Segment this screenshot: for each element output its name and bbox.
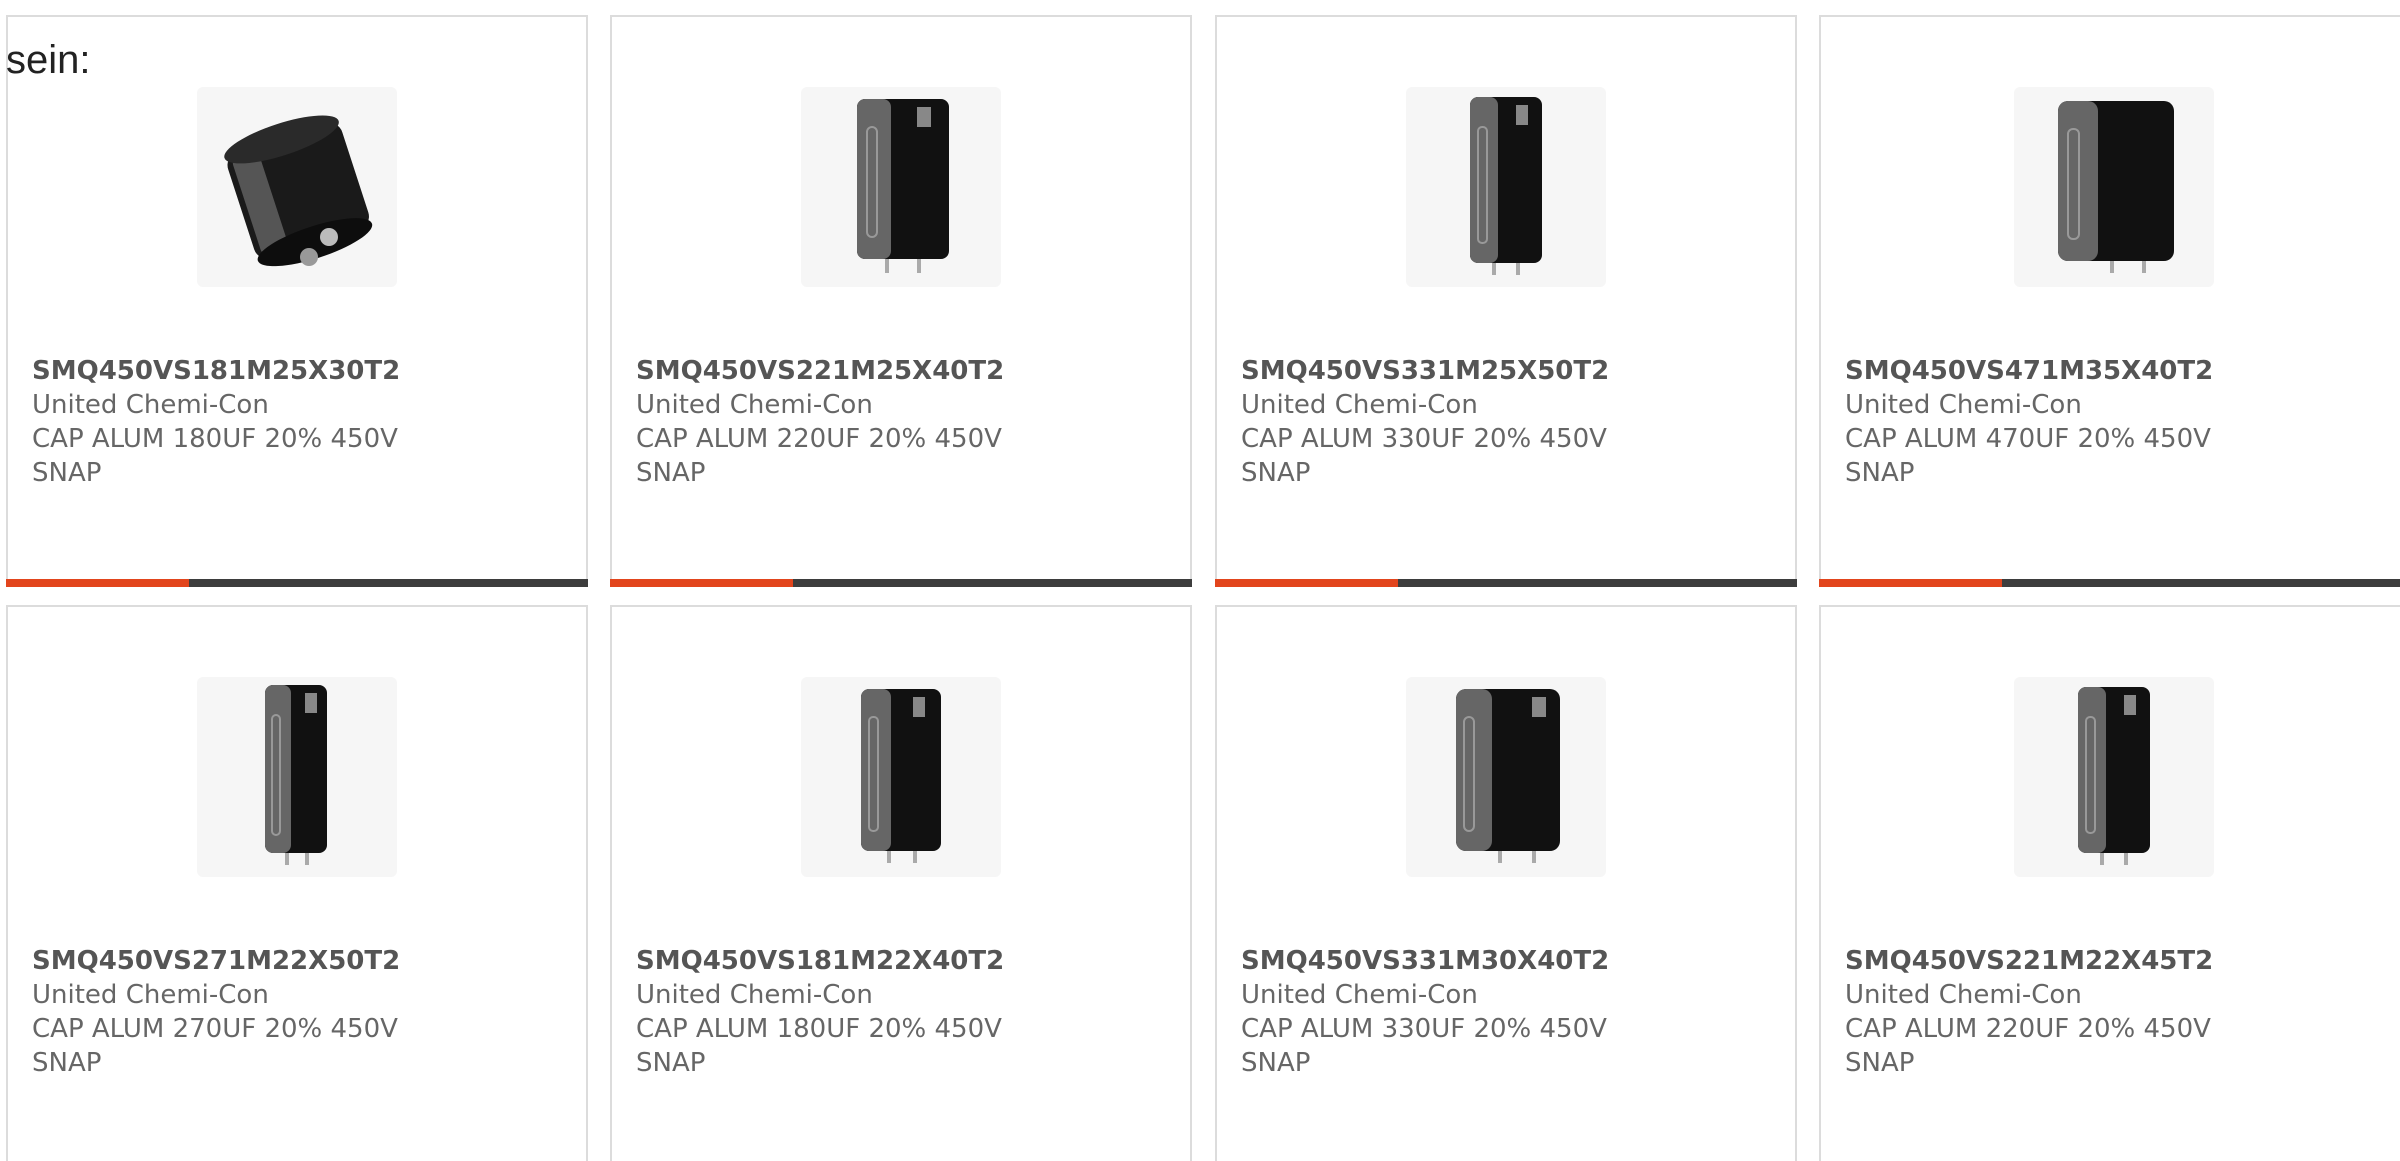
card-accent (1819, 579, 2002, 587)
product-card[interactable]: SMQ450VS181M22X40T2 United Chemi-Con CAP… (610, 605, 1192, 1161)
intro-text: sein: (6, 38, 91, 82)
manufacturer: United Chemi-Con (1845, 390, 2082, 420)
description: CAP ALUM 330UF 20% 450V (1241, 1014, 1607, 1044)
package: SNAP (1241, 458, 1311, 488)
description: CAP ALUM 270UF 20% 450V (32, 1014, 398, 1044)
product-image (801, 87, 1001, 287)
part-number-link[interactable]: SMQ450VS471M35X40T2 (1845, 354, 2387, 388)
manufacturer: United Chemi-Con (636, 390, 873, 420)
description: CAP ALUM 220UF 20% 450V (1845, 1014, 2211, 1044)
package: SNAP (32, 458, 102, 488)
part-number-link[interactable]: SMQ450VS181M25X30T2 (32, 354, 566, 388)
manufacturer: United Chemi-Con (636, 980, 873, 1010)
card-bottom-bar (1819, 579, 2400, 587)
product-image (801, 677, 1001, 877)
product-card[interactable]: SMQ450VS471M35X40T2 United Chemi-Con CAP… (1819, 15, 2400, 587)
manufacturer: United Chemi-Con (32, 980, 269, 1010)
card-bottom-bar (6, 579, 588, 587)
package: SNAP (1845, 1048, 1915, 1078)
product-card[interactable]: SMQ450VS221M22X45T2 United Chemi-Con CAP… (1819, 605, 2400, 1161)
product-image (197, 677, 397, 877)
product-image (1406, 677, 1606, 877)
package: SNAP (636, 1048, 706, 1078)
card-bottom-bar (1215, 579, 1797, 587)
product-image (197, 87, 397, 287)
description: CAP ALUM 330UF 20% 450V (1241, 424, 1607, 454)
package: SNAP (1845, 458, 1915, 488)
manufacturer: United Chemi-Con (1241, 390, 1478, 420)
product-grid-page: sein: SMQ450VS181M25X30T2 United Chemi-C… (0, 0, 2400, 1161)
package: SNAP (1241, 1048, 1311, 1078)
manufacturer: United Chemi-Con (32, 390, 269, 420)
product-card[interactable]: SMQ450VS271M22X50T2 United Chemi-Con CAP… (6, 605, 588, 1161)
part-number-link[interactable]: SMQ450VS181M22X40T2 (636, 944, 1170, 978)
card-accent (6, 579, 189, 587)
part-number-link[interactable]: SMQ450VS271M22X50T2 (32, 944, 566, 978)
description: CAP ALUM 470UF 20% 450V (1845, 424, 2211, 454)
card-accent (610, 579, 793, 587)
package: SNAP (32, 1048, 102, 1078)
part-number-link[interactable]: SMQ450VS221M22X45T2 (1845, 944, 2387, 978)
product-image (2014, 87, 2214, 287)
description: CAP ALUM 180UF 20% 450V (636, 1014, 1002, 1044)
part-number-link[interactable]: SMQ450VS331M25X50T2 (1241, 354, 1775, 388)
description: CAP ALUM 220UF 20% 450V (636, 424, 1002, 454)
manufacturer: United Chemi-Con (1241, 980, 1478, 1010)
product-image (1406, 87, 1606, 287)
part-number-link[interactable]: SMQ450VS331M30X40T2 (1241, 944, 1775, 978)
product-card[interactable]: SMQ450VS331M25X50T2 United Chemi-Con CAP… (1215, 15, 1797, 587)
product-card[interactable]: SMQ450VS181M25X30T2 United Chemi-Con CAP… (6, 15, 588, 587)
description: CAP ALUM 180UF 20% 450V (32, 424, 398, 454)
product-image (2014, 677, 2214, 877)
product-card[interactable]: SMQ450VS331M30X40T2 United Chemi-Con CAP… (1215, 605, 1797, 1161)
product-card[interactable]: SMQ450VS221M25X40T2 United Chemi-Con CAP… (610, 15, 1192, 587)
package: SNAP (636, 458, 706, 488)
card-bottom-bar (610, 579, 1192, 587)
card-accent (1215, 579, 1398, 587)
manufacturer: United Chemi-Con (1845, 980, 2082, 1010)
part-number-link[interactable]: SMQ450VS221M25X40T2 (636, 354, 1170, 388)
